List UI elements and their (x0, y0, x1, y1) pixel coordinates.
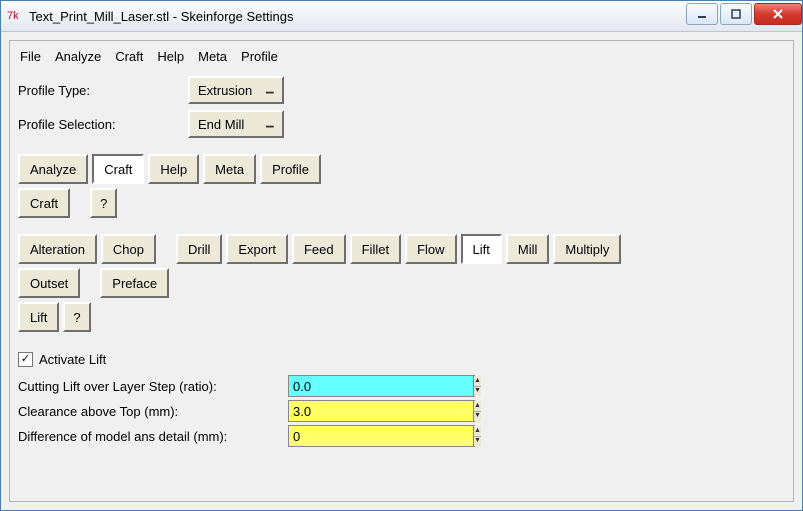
difference-row: Difference of model ans detail (mm): ▲ ▼ (18, 425, 785, 447)
clearance-input[interactable] (289, 401, 473, 421)
spin-up-icon[interactable]: ▲ (474, 401, 481, 412)
close-button[interactable] (754, 3, 802, 25)
spin-down-icon[interactable]: ▼ (474, 387, 481, 397)
clearance-field: ▲ ▼ (288, 400, 475, 422)
menu-analyze[interactable]: Analyze (55, 49, 101, 64)
app-icon: 7k (7, 8, 23, 24)
difference-input[interactable] (289, 426, 473, 446)
craft-button[interactable]: Craft (18, 188, 70, 218)
cutting-lift-spinner: ▲ ▼ (473, 376, 481, 396)
clearance-spinner: ▲ ▼ (473, 401, 481, 421)
spin-down-icon[interactable]: ▼ (474, 437, 481, 447)
activate-lift-checkbox[interactable] (18, 352, 33, 367)
lift-help-button[interactable]: ? (63, 302, 90, 332)
close-icon (772, 8, 784, 20)
dropdown-indicator-icon: ▂ (266, 87, 274, 94)
tab-flow[interactable]: Flow (405, 234, 456, 264)
tab-multiply[interactable]: Multiply (553, 234, 621, 264)
profile-selection-row: Profile Selection: End Mill ▂ (18, 110, 785, 138)
cutting-lift-field: ▲ ▼ (288, 375, 475, 397)
minimize-button[interactable] (686, 3, 718, 25)
window-title: Text_Print_Mill_Laser.stl - Skeinforge S… (29, 9, 684, 24)
clearance-row: Clearance above Top (mm): ▲ ▼ (18, 400, 785, 422)
menu-profile[interactable]: Profile (241, 49, 278, 64)
minimize-icon (697, 9, 707, 19)
craft-bar: Craft ? (18, 188, 785, 218)
spin-up-icon[interactable]: ▲ (474, 376, 481, 387)
tab-alteration[interactable]: Alteration (18, 234, 97, 264)
tab-mill[interactable]: Mill (506, 234, 550, 264)
spin-down-icon[interactable]: ▼ (474, 412, 481, 422)
craft-help-button[interactable]: ? (90, 188, 117, 218)
lift-button[interactable]: Lift (18, 302, 59, 332)
difference-field: ▲ ▼ (288, 425, 475, 447)
top-tab-row: Analyze Craft Help Meta Profile (18, 154, 785, 184)
spacer (84, 268, 96, 298)
tab-chop[interactable]: Chop (101, 234, 156, 264)
difference-label: Difference of model ans detail (mm): (18, 429, 288, 444)
titlebar: 7k Text_Print_Mill_Laser.stl - Skeinforg… (1, 1, 802, 32)
tab-feed[interactable]: Feed (292, 234, 346, 264)
client-area: File Analyze Craft Help Meta Profile Pro… (9, 40, 794, 502)
app-window: 7k Text_Print_Mill_Laser.stl - Skeinforg… (0, 0, 803, 511)
menu-craft[interactable]: Craft (115, 49, 143, 64)
menu-bar: File Analyze Craft Help Meta Profile (18, 47, 785, 70)
spin-up-icon[interactable]: ▲ (474, 426, 481, 437)
window-buttons (684, 3, 802, 25)
profile-selection-dropdown[interactable]: End Mill ▂ (188, 110, 284, 138)
plugin-tab-row-1: Alteration Chop Drill Export Feed Fillet… (18, 234, 785, 264)
tab-export[interactable]: Export (226, 234, 288, 264)
profile-selection-label: Profile Selection: (18, 117, 188, 132)
tab-drill[interactable]: Drill (176, 234, 222, 264)
profile-type-label: Profile Type: (18, 83, 188, 98)
tab-craft[interactable]: Craft (92, 154, 144, 184)
profile-type-dropdown[interactable]: Extrusion ▂ (188, 76, 284, 104)
spacer (74, 188, 86, 218)
tab-lift[interactable]: Lift (461, 234, 502, 264)
clearance-label: Clearance above Top (mm): (18, 404, 288, 419)
tab-profile[interactable]: Profile (260, 154, 321, 184)
profile-type-row: Profile Type: Extrusion ▂ (18, 76, 785, 104)
cutting-lift-input[interactable] (289, 376, 473, 396)
maximize-icon (731, 9, 741, 19)
menu-file[interactable]: File (20, 49, 41, 64)
profile-selection-value: End Mill (198, 117, 256, 132)
menu-help[interactable]: Help (157, 49, 184, 64)
cutting-lift-label: Cutting Lift over Layer Step (ratio): (18, 379, 288, 394)
activate-lift-row: Activate Lift (18, 352, 785, 367)
cutting-lift-row: Cutting Lift over Layer Step (ratio): ▲ … (18, 375, 785, 397)
tab-fillet[interactable]: Fillet (350, 234, 401, 264)
maximize-button[interactable] (720, 3, 752, 25)
activate-lift-label: Activate Lift (39, 352, 106, 367)
tab-analyze[interactable]: Analyze (18, 154, 88, 184)
menu-meta[interactable]: Meta (198, 49, 227, 64)
difference-spinner: ▲ ▼ (473, 426, 481, 446)
plugin-tab-row-2: Outset Preface (18, 268, 785, 298)
dropdown-indicator-icon: ▂ (266, 121, 274, 128)
tab-help[interactable]: Help (148, 154, 199, 184)
tab-meta[interactable]: Meta (203, 154, 256, 184)
tab-outset[interactable]: Outset (18, 268, 80, 298)
spacer (160, 234, 172, 264)
tab-preface[interactable]: Preface (100, 268, 169, 298)
lift-bar: Lift ? (18, 302, 785, 332)
profile-type-value: Extrusion (198, 83, 256, 98)
